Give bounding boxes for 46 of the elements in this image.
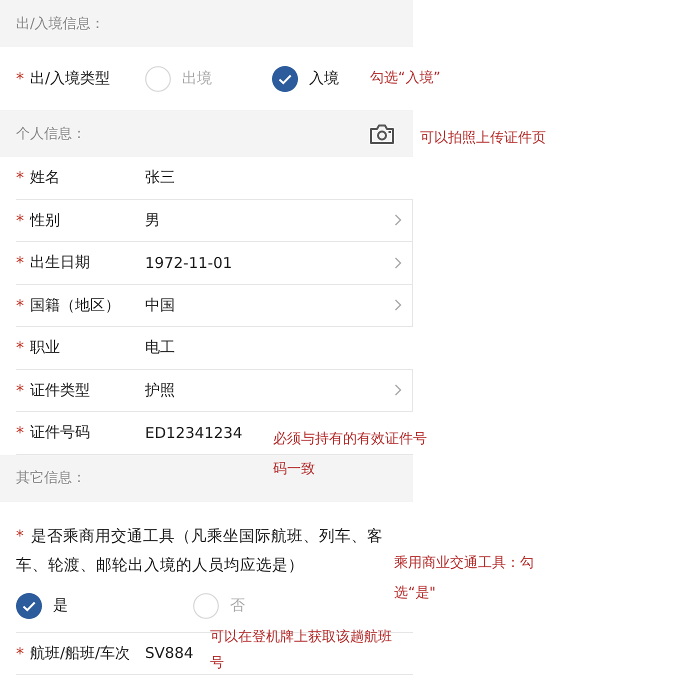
required-mark: * [16,338,25,358]
required-mark: * [16,380,25,400]
field-label: 姓名 [30,168,61,188]
annotation-note: 可以拍照上传证件页 [420,129,546,148]
field-value[interactable]: SV884 [145,644,194,662]
field-label: 职业 [30,338,61,358]
radio-option[interactable]: 入境 [272,66,339,92]
field-value[interactable]: 张三 [145,168,175,188]
field-label: 出/入境类型 [30,69,112,88]
required-mark: * [16,69,25,88]
annotation-note: 必须与持有的有效证件号码一致 [273,430,428,479]
annotation-note: 可以在登机牌上获取该趟航班号 [210,628,393,673]
field-label: 航班/船班/车次 [30,644,132,663]
select-value[interactable]: 护照 [145,380,175,400]
radio-icon[interactable] [145,66,171,92]
chevron-right-icon[interactable] [394,256,402,269]
required-mark: * [16,210,25,230]
checked-radio-icon[interactable] [16,592,42,618]
chevron-right-icon[interactable] [394,384,402,396]
question-text: * 是否乘商用交通工具（凡乘坐国际航班、列车、客车、轮渡、邮轮出入境的人员均应选是） [16,526,384,576]
section-title: 其它信息： [16,469,86,487]
required-mark: * [16,296,25,315]
field-label: 出生日期 [30,253,91,272]
required-mark: * [16,423,25,442]
select-value[interactable]: 1972-11-01 [145,254,232,272]
radio-option[interactable]: 是 [16,592,68,618]
required-mark: * [16,644,25,663]
checked-radio-icon[interactable] [272,66,298,92]
select-value[interactable]: 男 [145,210,160,230]
annotation-note: 乘用商业交通工具：勾选“是" [394,554,535,603]
chevron-right-icon[interactable] [394,214,402,226]
field-value[interactable]: 电工 [145,338,175,358]
radio-icon[interactable] [193,592,219,618]
field-label: 性别 [30,210,61,230]
annotation-note: 勾选“入境” [370,69,441,88]
field-value[interactable]: ED12341234 [145,424,242,442]
chevron-right-icon[interactable] [394,299,402,312]
select-value[interactable]: 中国 [145,296,175,315]
required-mark: * [16,168,25,188]
section-title: 个人信息： [16,124,86,142]
required-mark: * [16,253,25,272]
field-label: 证件类型 [30,380,91,400]
camera-icon[interactable] [369,122,395,144]
field-label: 国籍（地区） [30,296,121,315]
section-title: 出/入境信息： [16,14,105,32]
field-label: 证件号码 [30,423,91,442]
